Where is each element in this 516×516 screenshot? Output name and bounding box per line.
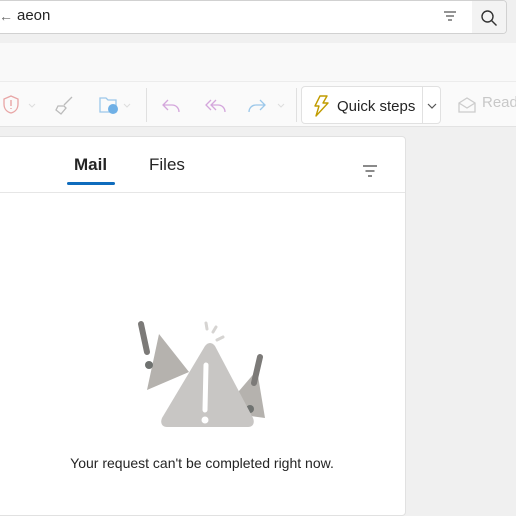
sweep-icon[interactable]: [54, 94, 76, 116]
quick-steps-label: Quick steps: [337, 98, 416, 115]
message-list-panel: Mail Files Your request can't be complet…: [0, 136, 406, 516]
active-tab-indicator: [67, 182, 115, 185]
reply-icon[interactable]: [160, 94, 182, 116]
search-input[interactable]: [17, 7, 397, 24]
move-to-folder-icon[interactable]: [98, 94, 140, 116]
divider: [146, 88, 147, 122]
warning-illustration-icon: [138, 321, 265, 427]
toolbar: Quick steps Read: [0, 81, 516, 127]
divider: [296, 88, 297, 122]
ribbon-tabs-area: [0, 43, 516, 81]
envelope-open-icon[interactable]: [457, 95, 477, 115]
divider: [422, 87, 423, 123]
back-arrow-icon[interactable]: ←: [0, 8, 13, 24]
quick-steps-button[interactable]: Quick steps: [301, 86, 441, 124]
divider: [0, 192, 405, 193]
search-button[interactable]: [472, 1, 506, 33]
error-message: Your request can't be completed right no…: [70, 455, 334, 471]
filter-icon[interactable]: [362, 164, 378, 178]
chevron-down-icon[interactable]: [426, 102, 438, 110]
tab-files[interactable]: Files: [149, 155, 185, 175]
report-shield-icon[interactable]: [2, 94, 36, 116]
search-box: ←: [0, 0, 507, 34]
search-icon: [481, 9, 497, 26]
tab-mail[interactable]: Mail: [74, 155, 107, 175]
lightning-icon: [314, 95, 329, 117]
forward-icon[interactable]: [246, 94, 288, 116]
reply-all-icon[interactable]: [203, 94, 227, 116]
filter-icon[interactable]: [443, 9, 457, 23]
read-button[interactable]: Read: [482, 94, 516, 111]
